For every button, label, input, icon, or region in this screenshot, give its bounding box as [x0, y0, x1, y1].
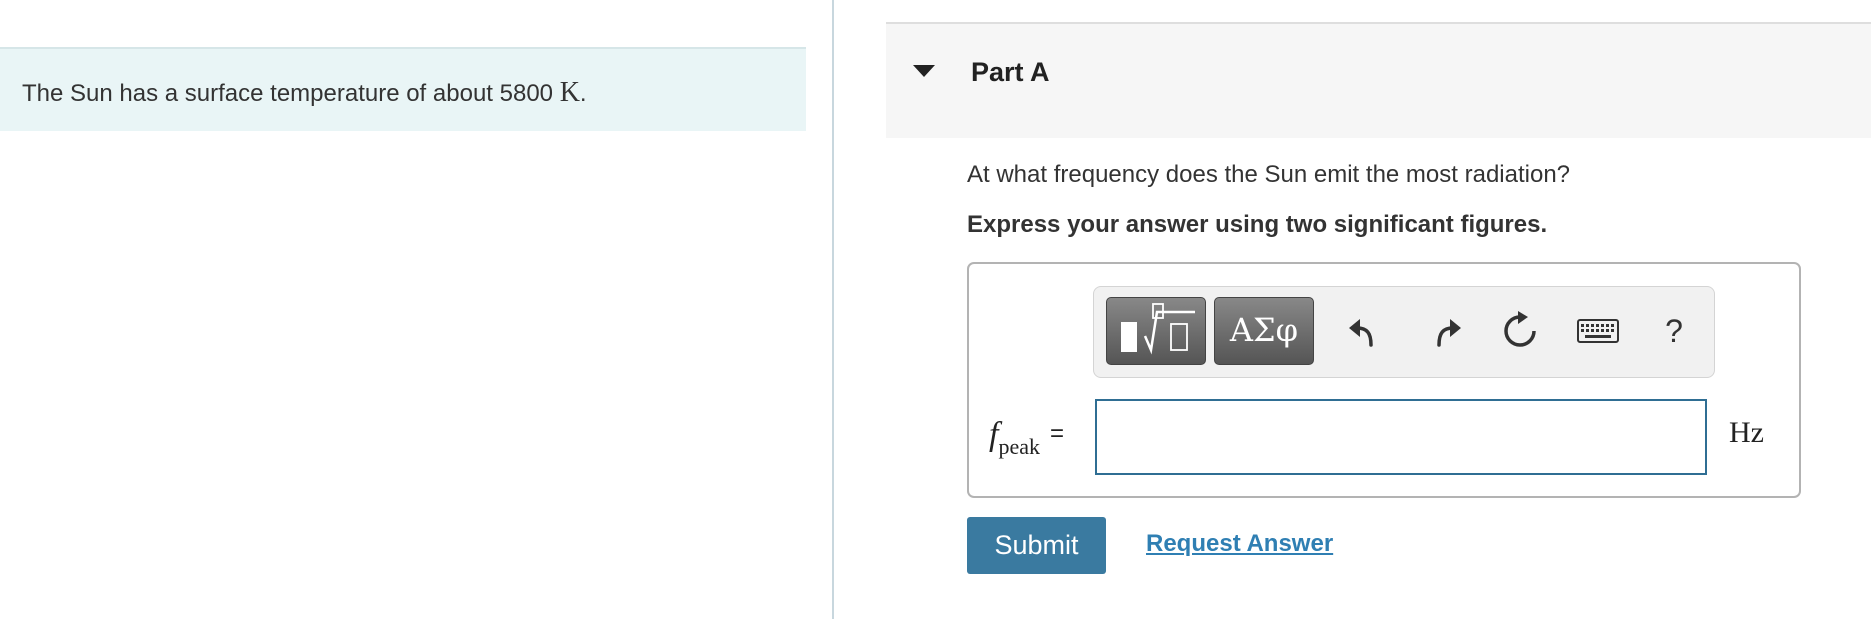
problem-statement: The Sun has a surface temperature of abo… [22, 77, 587, 109]
instruction-text: Express your answer using two significan… [967, 211, 1548, 238]
answer-unit: Hz [1729, 416, 1764, 449]
problem-text: The Sun has a surface temperature of abo… [22, 80, 560, 107]
temperature-unit: K [559, 77, 580, 108]
collapse-caret-icon[interactable] [913, 65, 935, 77]
problem-text-end: . [579, 80, 587, 107]
answer-box: ΑΣφ ? fpeak = Hz [967, 262, 1801, 498]
templates-button[interactable] [1106, 297, 1206, 365]
greek-symbols-button[interactable]: ΑΣφ [1214, 297, 1314, 365]
reset-icon[interactable] [1494, 305, 1546, 357]
keyboard-icon[interactable] [1572, 305, 1624, 357]
submit-button[interactable]: Submit [967, 517, 1106, 574]
greek-symbols-icon: ΑΣφ [1229, 311, 1299, 349]
answer-variable-label: fpeak = [989, 416, 1064, 460]
help-icon[interactable]: ? [1648, 305, 1700, 357]
question-text: At what frequency does the Sun emit the … [967, 161, 1571, 188]
part-header[interactable]: Part A [886, 22, 1871, 138]
undo-icon[interactable] [1341, 305, 1393, 357]
variable-subscript: peak [998, 434, 1040, 459]
redo-icon[interactable] [1417, 305, 1469, 357]
problem-statement-panel: The Sun has a surface temperature of abo… [0, 47, 806, 131]
answer-input[interactable] [1095, 399, 1707, 475]
part-title: Part A [971, 57, 1050, 87]
equals-sign: = [1049, 420, 1064, 447]
math-toolbar: ΑΣφ ? [1093, 286, 1715, 378]
panel-divider [832, 0, 834, 619]
request-answer-link[interactable]: Request Answer [1146, 530, 1333, 558]
templates-icon [1121, 303, 1195, 355]
